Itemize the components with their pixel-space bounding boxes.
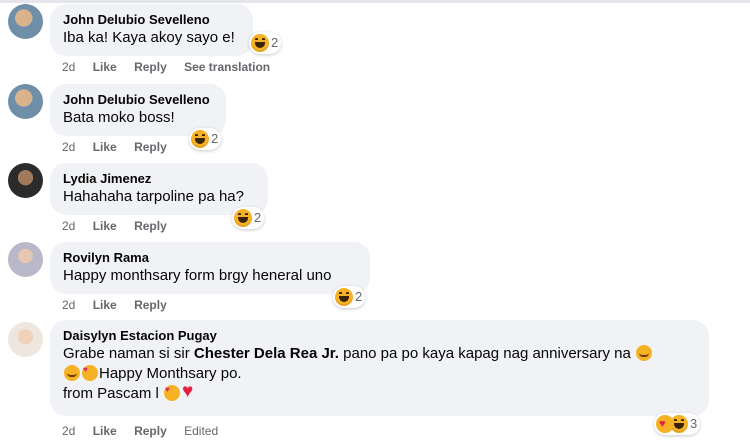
reaction-count: 2 xyxy=(254,210,262,225)
comment-actions: 2d Like Reply xyxy=(62,297,181,313)
smiling-face-emoji xyxy=(64,365,80,381)
reaction-count: 2 xyxy=(355,289,363,304)
avatar[interactable] xyxy=(8,322,43,357)
reaction-badge[interactable]: 2 xyxy=(249,32,282,54)
comment-time[interactable]: 2d xyxy=(62,298,75,312)
like-button[interactable]: Like xyxy=(93,424,117,438)
haha-reaction-icon xyxy=(191,130,209,148)
reaction-count: 2 xyxy=(211,131,219,146)
smiling-face-with-hearts-emoji xyxy=(82,365,98,381)
reply-button[interactable]: Reply xyxy=(134,298,167,312)
avatar[interactable] xyxy=(8,84,43,119)
comment-text-line: from Pascam l xyxy=(63,382,697,404)
comment-bubble: Lydia Jimenez Hahahaha tarpoline pa ha? xyxy=(50,163,268,215)
reaction-count: 3 xyxy=(690,416,698,431)
reaction-count: 2 xyxy=(271,35,279,50)
comment-text: Hahahaha tarpoline pa ha? xyxy=(63,188,244,205)
comment-bubble: John Delubio Sevelleno Iba ka! Kaya akoy… xyxy=(50,4,253,56)
edited-label: Edited xyxy=(184,424,219,438)
comment-text: Iba ka! Kaya akoy sayo e! xyxy=(63,29,235,46)
comment-bubble: Rovilyn Rama Happy monthsary form brgy h… xyxy=(50,242,370,294)
comment-actions: 2d Like Reply xyxy=(62,218,181,234)
comment-text: Happy monthsary form brgy heneral uno xyxy=(63,267,332,284)
avatar[interactable] xyxy=(8,4,43,39)
comment-author[interactable]: John Delubio Sevelleno xyxy=(63,11,241,28)
smiling-face-with-hearts-emoji xyxy=(164,385,181,401)
like-button[interactable]: Like xyxy=(93,298,117,312)
haha-reaction-icon xyxy=(335,288,353,306)
reply-button[interactable]: Reply xyxy=(134,219,167,233)
comment-actions: 2d Like Reply xyxy=(62,139,181,155)
reply-button[interactable]: Reply xyxy=(134,424,167,438)
haha-reaction-icon xyxy=(251,34,269,52)
comment-time[interactable]: 2d xyxy=(62,60,75,74)
comment-author[interactable]: John Delubio Sevelleno xyxy=(63,91,214,108)
comment-text-line: Happy Monthsary po. xyxy=(63,364,697,384)
comment-author[interactable]: Rovilyn Rama xyxy=(63,249,358,266)
comment-bubble: Daisylyn Estacion Pugay Grabe naman si s… xyxy=(50,320,709,416)
see-translation-link[interactable]: See translation xyxy=(184,60,270,74)
comment-time[interactable]: 2d xyxy=(62,424,75,438)
haha-reaction-icon xyxy=(234,209,252,227)
reply-button[interactable]: Reply xyxy=(134,140,167,154)
comment-time[interactable]: 2d xyxy=(62,140,75,154)
mention-link[interactable]: Chester Dela Rea Jr. xyxy=(194,345,339,362)
comment-text: Happy Monthsary po. xyxy=(99,365,242,382)
avatar[interactable] xyxy=(8,163,43,198)
comment-actions: 2d Like Reply Edited xyxy=(62,423,232,439)
reaction-badge[interactable]: 2 xyxy=(333,286,366,308)
like-button[interactable]: Like xyxy=(93,219,117,233)
comment-author[interactable]: Lydia Jimenez xyxy=(63,170,256,187)
reaction-badge[interactable]: 2 xyxy=(189,128,222,150)
comment-text-line: Grabe naman si sir Chester Dela Rea Jr. … xyxy=(63,344,697,364)
comment-time[interactable]: 2d xyxy=(62,219,75,233)
like-button[interactable]: Like xyxy=(93,140,117,154)
divider xyxy=(0,0,750,3)
comment-text: Bata moko boss! xyxy=(63,109,175,126)
comment-actions: 2d Like Reply See translation xyxy=(62,59,284,75)
reaction-badge[interactable]: 3 xyxy=(654,413,701,435)
smiling-face-emoji xyxy=(636,345,653,361)
reply-button[interactable]: Reply xyxy=(134,60,167,74)
like-button[interactable]: Like xyxy=(93,60,117,74)
comment-author[interactable]: Daisylyn Estacion Pugay xyxy=(63,327,697,344)
comment-text: pano pa po kaya kapag nag anniversary na xyxy=(338,345,631,362)
comment-text: from Pascam l xyxy=(63,385,159,402)
heart-emoji xyxy=(182,382,196,401)
comment-text: Grabe naman si sir xyxy=(63,345,194,362)
avatar[interactable] xyxy=(8,242,43,277)
care-reaction-icon xyxy=(656,415,674,433)
reaction-badge[interactable]: 2 xyxy=(232,207,265,229)
